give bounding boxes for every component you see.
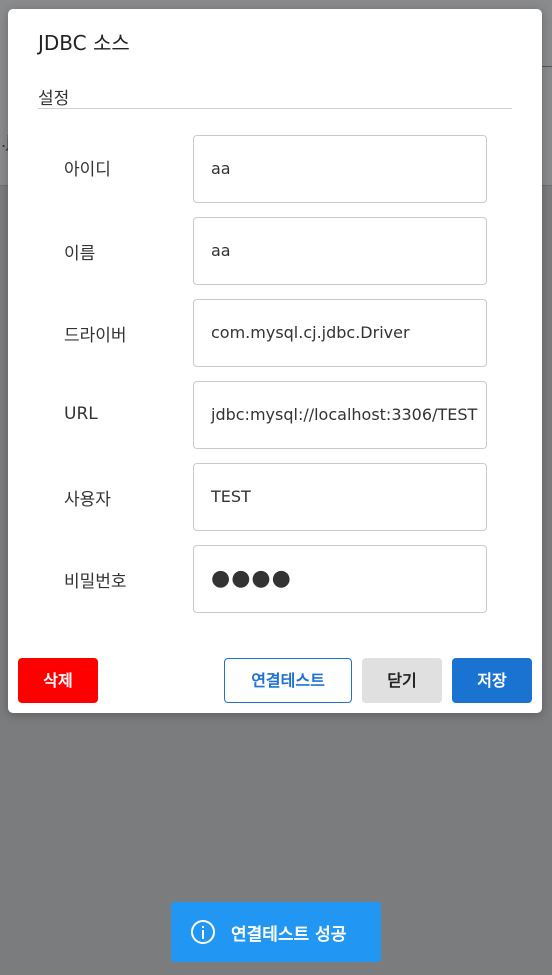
info-icon <box>191 920 215 944</box>
user-label: 사용자 <box>64 490 111 510</box>
toast-message: 연결테스트 성공 <box>231 924 347 945</box>
name-input[interactable]: aa <box>193 217 487 285</box>
password-input[interactable]: ●●●● <box>193 545 487 613</box>
url-input[interactable]: jdbc:mysql://localhost:3306/TEST <box>193 381 487 449</box>
section-divider <box>38 108 512 109</box>
jdbc-source-dialog: JDBC 소스 설정 아이디 aa 이름 aa 드라이버 com.mysql.c… <box>8 9 542 713</box>
close-button[interactable]: 닫기 <box>362 658 442 703</box>
name-label: 이름 <box>64 244 96 264</box>
save-button[interactable]: 저장 <box>452 658 532 703</box>
id-label: 아이디 <box>64 160 111 180</box>
dialog-title: JDBC 소스 <box>38 31 130 55</box>
toast-notification: 연결테스트 성공 <box>171 902 381 962</box>
password-label: 비밀번호 <box>64 572 127 592</box>
driver-input[interactable]: com.mysql.cj.jdbc.Driver <box>193 299 487 367</box>
delete-button[interactable]: 삭제 <box>18 658 98 703</box>
section-label-settings: 설정 <box>38 89 70 109</box>
user-input[interactable]: TEST <box>193 463 487 531</box>
driver-label: 드라이버 <box>64 326 127 346</box>
url-label: URL <box>64 404 98 424</box>
id-input[interactable]: aa <box>193 135 487 203</box>
connection-test-button[interactable]: 연결테스트 <box>224 658 352 703</box>
